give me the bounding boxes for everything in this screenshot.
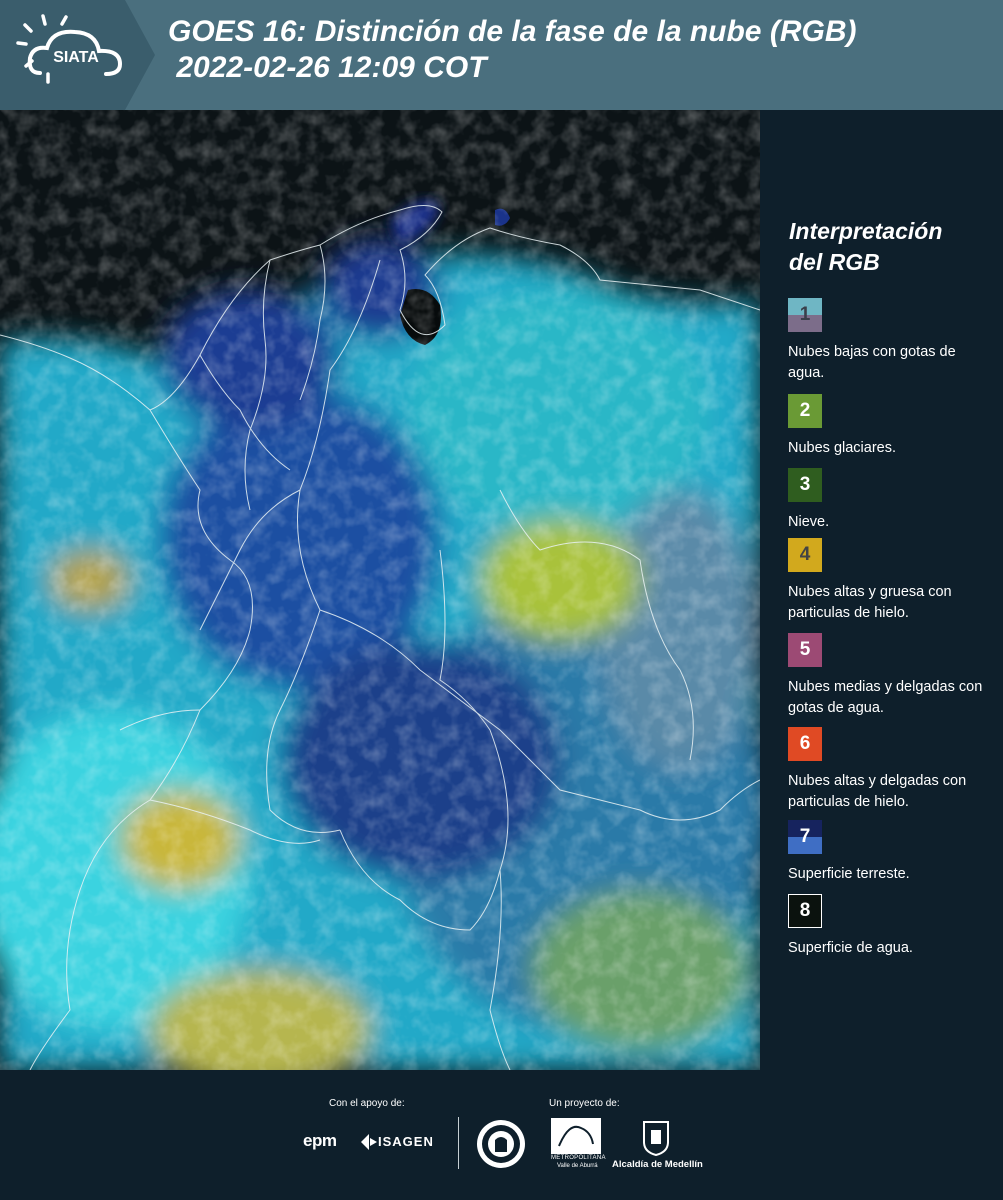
legend-label-2: Nubes glaciares. [788, 440, 896, 456]
legend-number-1: 1 [799, 304, 811, 325]
legend-number-7: 7 [799, 826, 811, 847]
legend-item-4: 4 Nubes altas y gruesa con particulas de… [788, 538, 1003, 624]
legend-label-4: Nubes altas y gruesa con particulas de h… [788, 584, 952, 621]
legend-label-3: Nieve. [788, 514, 830, 530]
legend-item-5: 5 Nubes medias y delgadas con gotas de a… [788, 633, 1003, 719]
legend-number-8: 8 [799, 900, 811, 921]
header-bar: SIATA GOES 16: Distinción de la fase de … [0, 0, 1003, 110]
support-label: Con el apoyo de: [329, 1098, 405, 1109]
satellite-image [0, 110, 760, 1070]
legend-swatch-1: 1 [788, 298, 822, 332]
isagen-logo-icon [361, 1134, 377, 1150]
legend-swatch-6: 6 [788, 727, 822, 761]
legend-item-7: 7 Superficie terreste. [788, 820, 1003, 885]
legend-swatch-2: 2 [788, 394, 822, 428]
footer-divider [458, 1117, 459, 1169]
legend-swatch-8: 8 [788, 894, 822, 928]
legend-number-4: 4 [799, 544, 811, 565]
area-metropolitana-line1: METROPOLITANA [551, 1155, 606, 1161]
legend-label-6: Nubes altas y delgadas con particulas de… [788, 773, 967, 810]
legend-label-1: Nubes bajas con gotas de agua. [788, 344, 956, 381]
legend-item-6: 6 Nubes altas y delgadas con particulas … [788, 727, 1003, 813]
project-label: Un proyecto de: [549, 1098, 620, 1109]
alcaldia-label: Alcaldía de Medellín [612, 1159, 703, 1170]
page-title: GOES 16: Distinción de la fase de la nub… [168, 15, 857, 84]
legend-number-6: 6 [799, 733, 811, 754]
logo-block: SIATA [0, 0, 155, 110]
legend-label-7: Superficie terreste. [788, 866, 910, 882]
legend-number-2: 2 [799, 400, 811, 421]
logo-text: SIATA [53, 49, 99, 66]
area-metropolitana-logo-icon [551, 1118, 601, 1154]
isagen-logo-text: ISAGEN [378, 1134, 434, 1149]
footer: Con el apoyo de: Un proyecto de: epm ISA… [0, 1070, 1003, 1200]
epm-logo: epm [303, 1131, 337, 1150]
legend-item-8: 8 Superficie de agua. [788, 894, 1003, 959]
legend-number-3: 3 [799, 474, 811, 495]
satellite-map [0, 110, 760, 1070]
legend-swatch-7: 7 [788, 820, 822, 854]
legend-item-2: 2 Nubes glaciares. [788, 394, 1003, 459]
legend-swatch-5: 5 [788, 633, 822, 667]
legend-label-5: Nubes medias y delgadas con gotas de agu… [788, 679, 983, 716]
legend-item-1: 1 Nubes bajas con gotas de agua. [788, 298, 1003, 384]
legend-swatch-4: 4 [788, 538, 822, 572]
legend-title: Interpretación del RGB [789, 218, 943, 275]
alcaldia-shield-icon [643, 1121, 669, 1156]
legend-swatch-3: 3 [788, 468, 822, 502]
legend-panel: Interpretación del RGB 1 Nubes bajas con… [760, 110, 1003, 1070]
legend-label-8: Superficie de agua. [788, 940, 913, 956]
legend-number-5: 5 [799, 639, 811, 660]
legend-item-3: 3 Nieve. [788, 468, 1003, 533]
area-metropolitana-line2: Valle de Aburrá [557, 1163, 598, 1169]
seal-logo-icon [477, 1120, 525, 1168]
